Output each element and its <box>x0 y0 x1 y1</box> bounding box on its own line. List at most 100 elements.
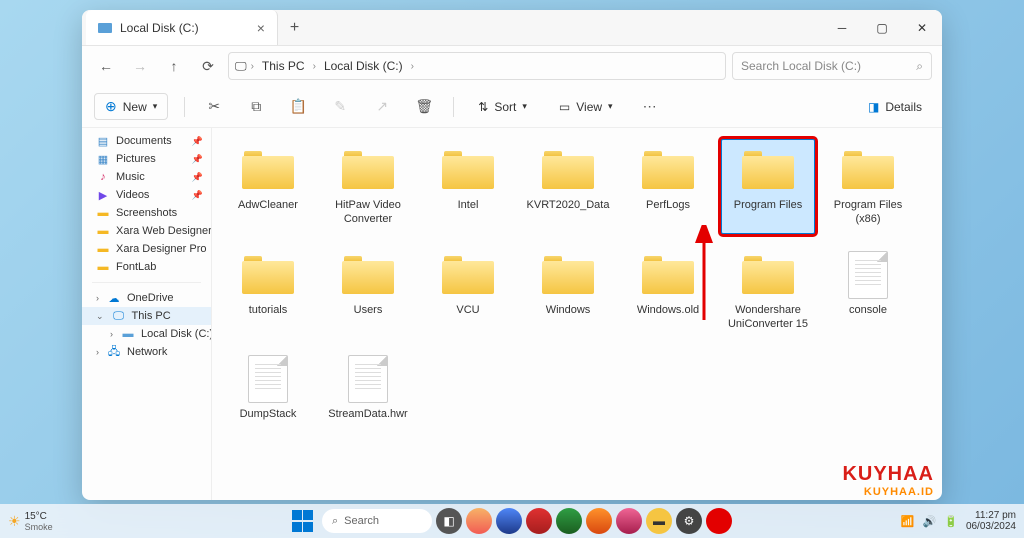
battery-icon[interactable]: 🔋 <box>944 515 958 528</box>
app-icon-7[interactable]: ▬ <box>646 508 672 534</box>
new-button[interactable]: ⊕ New ▾ <box>94 93 168 120</box>
sidebar-item-videos[interactable]: ▶Videos📌 <box>82 186 211 204</box>
folder-icon: ▬ <box>96 261 110 273</box>
folder-icon <box>539 146 597 194</box>
up-button[interactable]: ↑ <box>160 52 188 80</box>
share-icon[interactable]: ↗ <box>369 94 395 120</box>
start-button[interactable] <box>292 510 314 532</box>
folder-item[interactable]: PerfLogs <box>620 138 716 235</box>
forward-button[interactable]: → <box>126 52 154 80</box>
breadcrumb[interactable]: 🖵 › This PC › Local Disk (C:) › <box>228 52 726 80</box>
sidebar-item-fontlab[interactable]: ▬FontLab <box>82 258 211 276</box>
chevron-right-icon: › <box>110 329 113 339</box>
wifi-icon[interactable]: 📶 <box>901 515 915 528</box>
folder-icon: ▬ <box>96 225 110 237</box>
breadcrumb-localdisk[interactable]: Local Disk (C:) <box>320 57 407 75</box>
file-item[interactable]: DumpStack <box>220 347 316 429</box>
app-icon-9[interactable] <box>706 508 732 534</box>
folder-item[interactable]: Program Files (x86) <box>820 138 916 235</box>
sidebar-label: This PC <box>132 310 171 322</box>
close-button[interactable]: ✕ <box>902 10 942 46</box>
sidebar-item-documents[interactable]: ▤Documents📌 <box>82 132 211 150</box>
sidebar-label: Screenshots <box>116 207 177 219</box>
app-icon-2[interactable] <box>496 508 522 534</box>
content-area[interactable]: AdwCleaner HitPaw Video ConverterIntelKVR… <box>212 128 942 500</box>
details-button[interactable]: ◨ Details <box>860 96 930 118</box>
folder-item[interactable]: KVRT2020_Data <box>520 138 616 235</box>
folder-item[interactable]: Windows <box>520 243 616 340</box>
folder-item[interactable]: AdwCleaner <box>220 138 316 235</box>
sidebar-item-music[interactable]: ♪Music📌 <box>82 168 211 186</box>
sidebar-item-onedrive[interactable]: ›☁OneDrive <box>82 289 211 307</box>
folder-item[interactable]: VCU <box>420 243 516 340</box>
file-icon <box>839 251 897 299</box>
sidebar-item-thispc[interactable]: ⌄🖵This PC <box>82 307 211 325</box>
sidebar-item-xara-web[interactable]: ▬Xara Web Designer <box>82 222 211 240</box>
rename-icon[interactable]: ✎ <box>327 94 353 120</box>
pin-icon: 📌 <box>192 172 203 183</box>
breadcrumb-thispc[interactable]: This PC <box>258 57 309 75</box>
cut-icon[interactable]: ✂ <box>201 94 227 120</box>
tab-title: Local Disk (C:) <box>120 21 199 35</box>
details-label: Details <box>885 100 922 114</box>
app-icon-3[interactable] <box>526 508 552 534</box>
sidebar-item-pictures[interactable]: ▦Pictures📌 <box>82 150 211 168</box>
item-label: Wondershare UniConverter 15 <box>724 303 812 332</box>
clock[interactable]: 11:27 pm 06/03/2024 <box>966 510 1016 532</box>
minimize-button[interactable]: ─ <box>822 10 862 46</box>
folder-item[interactable]: tutorials <box>220 243 316 340</box>
sort-button[interactable]: ⇅ Sort ▾ <box>470 96 535 118</box>
chevron-right-icon: › <box>96 293 99 303</box>
folder-item[interactable]: Users <box>320 243 416 340</box>
app-icon-1[interactable] <box>466 508 492 534</box>
pin-icon: 📌 <box>192 190 203 201</box>
close-tab-icon[interactable]: × <box>257 20 265 36</box>
app-icon-8[interactable]: ⚙ <box>676 508 702 534</box>
maximize-button[interactable]: ▢ <box>862 10 902 46</box>
tab-local-disk[interactable]: Local Disk (C:) × <box>86 10 278 45</box>
app-icon-4[interactable] <box>556 508 582 534</box>
clock-date: 06/03/2024 <box>966 521 1016 532</box>
sidebar-item-screenshots[interactable]: ▬Screenshots <box>82 204 211 222</box>
copy-icon[interactable]: ⧉ <box>243 94 269 120</box>
sidebar-label: Xara Designer Pro <box>116 243 207 255</box>
app-icon-5[interactable] <box>586 508 612 534</box>
folder-icon <box>239 146 297 194</box>
file-item[interactable]: StreamData.hwr <box>320 347 416 429</box>
more-icon[interactable]: ⋯ <box>637 94 663 120</box>
add-tab-icon[interactable]: + <box>290 19 299 37</box>
refresh-button[interactable]: ⟳ <box>194 52 222 80</box>
view-button[interactable]: ▭ View ▾ <box>551 96 621 118</box>
taskbar-search[interactable]: ⌕Search <box>322 509 432 533</box>
sidebar-item-xara-designer[interactable]: ▬Xara Designer Pro <box>82 240 211 258</box>
app-icon-6[interactable] <box>616 508 642 534</box>
documents-icon: ▤ <box>96 135 110 147</box>
item-label: Users <box>354 303 383 317</box>
weather-icon: ☀ <box>8 513 21 530</box>
sidebar-item-network[interactable]: ›🖧Network <box>82 343 211 361</box>
volume-icon[interactable]: 🔊 <box>923 515 937 528</box>
item-label: StreamData.hwr <box>328 407 407 421</box>
back-button[interactable]: ← <box>92 52 120 80</box>
folder-icon <box>739 251 797 299</box>
main-area: ▤Documents📌 ▦Pictures📌 ♪Music📌 ▶Videos📌 … <box>82 128 942 500</box>
folder-item[interactable]: Wondershare UniConverter 15 <box>720 243 816 340</box>
folder-item[interactable]: Intel <box>420 138 516 235</box>
file-item[interactable]: console <box>820 243 916 340</box>
folder-item[interactable]: Windows.old <box>620 243 716 340</box>
folder-icon <box>839 146 897 194</box>
sidebar-item-localdisk[interactable]: ›▬Local Disk (C:) <box>82 325 211 343</box>
folder-item[interactable]: HitPaw Video Converter <box>320 138 416 235</box>
sidebar: ▤Documents📌 ▦Pictures📌 ♪Music📌 ▶Videos📌 … <box>82 128 212 500</box>
delete-icon[interactable]: 🗑 <box>411 94 437 120</box>
item-label: AdwCleaner <box>238 198 298 212</box>
taskbar-weather[interactable]: ☀ 15°C Smoke <box>8 511 53 532</box>
pin-icon: 📌 <box>192 154 203 165</box>
folder-item[interactable]: Program Files <box>720 138 816 235</box>
search-icon: ⌕ <box>332 515 338 528</box>
navbar: ← → ↑ ⟳ 🖵 › This PC › Local Disk (C:) › … <box>82 46 942 86</box>
search-input[interactable]: Search Local Disk (C:) ⌕ <box>732 52 932 80</box>
music-icon: ♪ <box>96 171 110 183</box>
paste-icon[interactable]: 📋 <box>285 94 311 120</box>
taskview-icon[interactable]: ◧ <box>436 508 462 534</box>
